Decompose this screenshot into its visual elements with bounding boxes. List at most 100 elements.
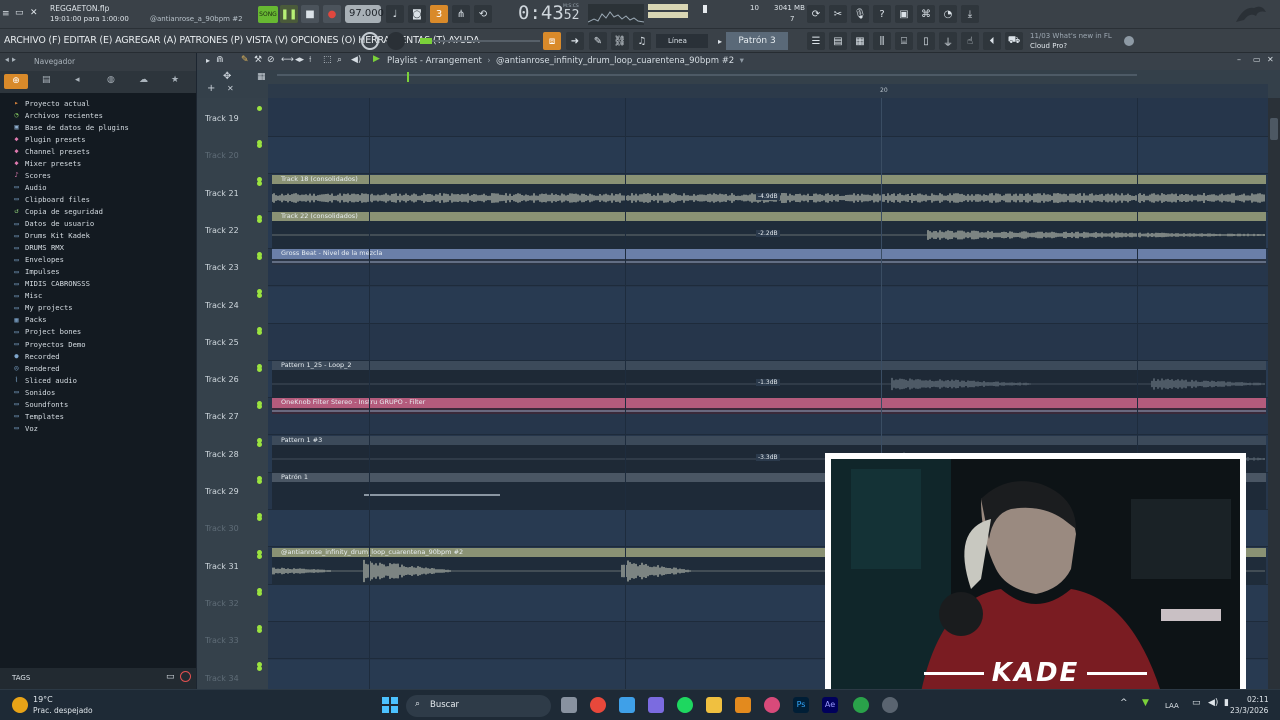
track-name[interactable]: Track 30 [205, 524, 239, 533]
whatsapp-icon[interactable] [853, 697, 869, 713]
add-track-icon[interactable]: + [207, 83, 215, 94]
browser-item[interactable]: ▭ Templates [12, 410, 64, 422]
scroll-thumb[interactable] [1270, 118, 1278, 140]
maximize-icon[interactable]: ▭ [1253, 55, 1261, 64]
snap-icon[interactable]: ⋒ [216, 55, 224, 65]
clip-body[interactable]: -4.9dB [272, 183, 1266, 212]
temperature[interactable]: 19°C [33, 695, 53, 704]
plug-icon[interactable]: ⏚ [939, 32, 957, 50]
mic-icon[interactable]: 🎙 [851, 5, 869, 23]
close-icon[interactable]: ✕ [30, 8, 38, 18]
browser-item[interactable]: ▭ Sonidos [12, 386, 55, 398]
browser-item[interactable]: ▭ My projects [12, 302, 72, 314]
track-name[interactable]: Track 34 [205, 674, 239, 683]
browser-item[interactable]: ▭ Project bones [12, 326, 81, 338]
bell-icon[interactable]: ♫ [633, 32, 651, 50]
clip-title[interactable]: Track 18 (consolidados) [272, 174, 1266, 184]
track-name[interactable]: Track 26 [205, 375, 239, 384]
loop-record-icon[interactable]: ⟲ [474, 5, 492, 23]
browser-item[interactable]: ▭ Voz [12, 422, 38, 434]
explorer-icon[interactable] [706, 697, 722, 713]
task-view-icon[interactable] [561, 697, 577, 713]
volume-icon[interactable]: ◀) [1208, 698, 1218, 708]
track-mute-led[interactable] [257, 628, 262, 634]
browser-icon[interactable] [764, 697, 780, 713]
browser-item[interactable]: ▭ Proyectos Demo [12, 338, 85, 350]
master-pitch-knob[interactable] [387, 32, 405, 50]
news-globe-icon[interactable] [1124, 36, 1134, 46]
track-mute-led[interactable] [257, 217, 262, 223]
after-effects-icon[interactable]: Ae [822, 697, 838, 713]
track-name[interactable]: Track 33 [205, 636, 239, 645]
clip-body[interactable]: -2.2dB [272, 220, 1266, 249]
playlist-clip[interactable]: Gross Beat - Nivel de la mezcla [272, 249, 1266, 286]
browser-item[interactable]: ▭ MIDIS CABRONSSS [12, 278, 90, 290]
clock-time[interactable]: 02:11 [1247, 695, 1269, 704]
tab-cloud-icon[interactable]: ☁ [139, 75, 148, 85]
track-name[interactable]: Track 23 [205, 263, 239, 272]
oscilloscope[interactable] [587, 4, 645, 25]
track-mute-led[interactable] [257, 516, 262, 522]
mute-icon[interactable]: ⟷ [281, 55, 294, 65]
browser-item[interactable]: ◆ Channel presets [12, 145, 90, 157]
clip-title[interactable]: Gross Beat - Nivel de la mezcla [272, 249, 1266, 260]
delete-icon[interactable]: ⊘ [267, 55, 275, 65]
clock-date[interactable]: 23/3/2026 [1230, 706, 1268, 715]
playlist-menu-icon[interactable]: ▸ [206, 56, 210, 65]
playlist-icon[interactable]: ☰ [807, 32, 825, 50]
wait-record-icon[interactable]: ◙ [408, 5, 426, 23]
step-edit-icon[interactable]: ⋔ [452, 5, 470, 23]
browser-item[interactable]: ▭ Impulses [12, 266, 59, 278]
mixer-icon[interactable]: ⫼ [873, 32, 891, 50]
browser-item[interactable]: ● Recorded [12, 350, 59, 362]
browser-item[interactable]: ▭ Soundfonts [12, 398, 68, 410]
tab-favorites-icon[interactable]: ★ [171, 75, 179, 85]
browser-item[interactable]: ◆ Plugin presets [12, 133, 85, 145]
tab-all-icon[interactable]: ⊕ [4, 74, 28, 89]
search-icon[interactable] [180, 671, 191, 682]
clip-body[interactable]: -1.3dB [272, 370, 1266, 399]
track-mute-led[interactable] [257, 590, 262, 596]
touch-icon[interactable]: ☝ [961, 32, 979, 50]
tempo-display[interactable]: 97.000 [345, 5, 384, 23]
tab-plugin-db-icon[interactable]: ◍ [107, 75, 115, 85]
browser-item[interactable]: ▭ Audio [12, 181, 46, 193]
battery-icon[interactable]: ▮ [1224, 698, 1229, 708]
tab-files-icon[interactable]: ▤ [42, 75, 51, 85]
refresh-icon[interactable]: ⟳ [807, 5, 825, 23]
browser-item[interactable]: ▭ Clipboard files [12, 193, 90, 205]
browser-item[interactable]: ◎ Rendered [12, 362, 59, 374]
track-name[interactable]: Track 21 [205, 189, 239, 198]
settings-icon[interactable] [882, 697, 898, 713]
master-slider[interactable] [420, 40, 540, 42]
speaker-icon[interactable]: ◀) [351, 55, 361, 65]
metronome-icon[interactable]: ♩ [386, 5, 404, 23]
clip-title[interactable]: Pattern 1_25 - Loop_2 [272, 361, 1266, 371]
copilot-icon[interactable] [619, 697, 635, 713]
folder-icon[interactable]: ▭ [166, 672, 175, 682]
track-name[interactable]: Track 19 [205, 114, 239, 123]
track-name[interactable]: Track 31 [205, 562, 239, 571]
download-icon[interactable]: ⤓ [961, 5, 979, 23]
track-name[interactable]: Track 29 [205, 487, 239, 496]
select-icon[interactable]: ⬚ [323, 55, 332, 65]
browser-item[interactable]: ▭ Misc [12, 290, 42, 302]
tab-plugins-icon[interactable]: ◂ [75, 75, 80, 85]
main-menu[interactable]: ARCHIVO (F) EDITAR (E) AGREGAR (A) PATRO… [4, 35, 480, 46]
minimize-icon[interactable]: – [1237, 55, 1241, 64]
clip-title[interactable]: OneKnob Filter Stereo - Instru GRUPO - F… [272, 398, 1266, 409]
track-name[interactable]: Track 32 [205, 599, 239, 608]
slice-icon[interactable]: ⟊ [309, 55, 311, 65]
track-mute-led[interactable] [257, 553, 262, 559]
move-icon[interactable]: ✥ [223, 71, 231, 82]
pin-icon[interactable]: ⯇⯈ [4, 56, 17, 66]
playlist-row[interactable] [268, 324, 1268, 361]
taskbar-search[interactable]: ⌕ Buscar [406, 695, 551, 717]
track-name[interactable]: Track 25 [205, 338, 239, 347]
chat-icon[interactable]: ◔ [939, 5, 957, 23]
browser-icon[interactable]: ⌸ [895, 32, 913, 50]
help-icon[interactable]: ? [873, 5, 891, 23]
playlist-clip[interactable]: Track 22 (consolidados) -2.2dB [272, 211, 1266, 249]
master-volume-knob[interactable] [361, 32, 379, 50]
track-name[interactable]: Track 24 [205, 301, 239, 310]
